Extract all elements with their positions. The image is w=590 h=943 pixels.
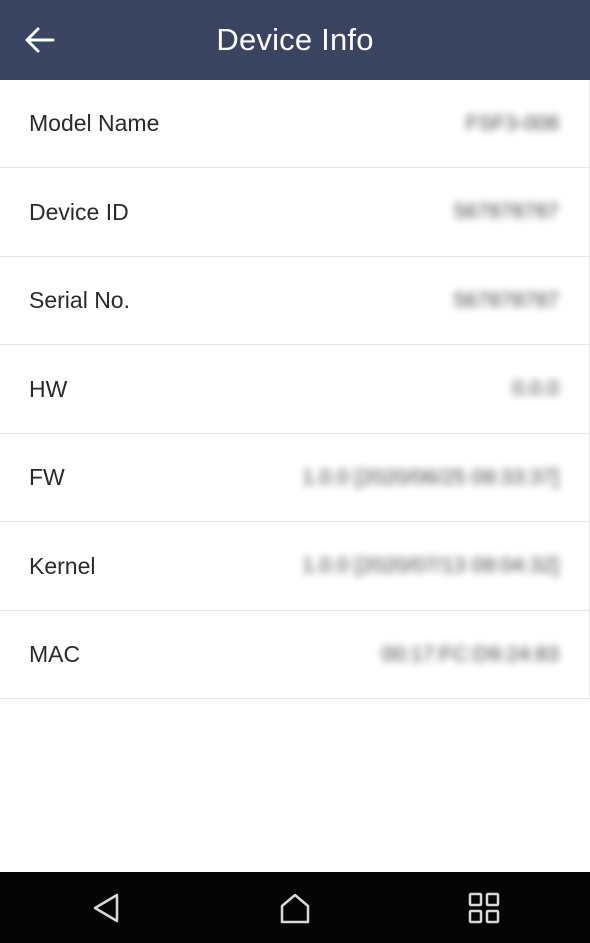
info-value: 1.0.0 [2020/06/25 09:33:37] (302, 465, 559, 489)
info-value: FSF3-008 (465, 111, 559, 135)
top-app-bar: Device Info (0, 0, 590, 80)
info-value: 00:17:FC:D9:24:83 (381, 642, 559, 666)
info-row-kernel: Kernel 1.0.0 [2020/07/13 09:04:32] (0, 522, 589, 611)
nav-recent-apps-button[interactable] (464, 888, 504, 928)
device-info-screen: Device Info Model Name FSF3-008 Device I… (0, 0, 590, 943)
page-title: Device Info (216, 22, 374, 57)
info-label: Device ID (29, 198, 129, 225)
info-label: Model Name (29, 110, 160, 136)
triangle-back-icon (93, 893, 119, 923)
info-row-model-name: Model Name FSF3-008 (0, 80, 589, 168)
info-row-mac: MAC 00:17:FC:D9:24:83 (0, 611, 589, 699)
info-row-serial-no: Serial No. 567878787 (0, 257, 589, 345)
home-icon (280, 893, 310, 924)
arrow-left-icon (25, 27, 55, 53)
info-label: HW (29, 375, 68, 402)
info-label: Kernel (29, 552, 96, 579)
grid-apps-icon (468, 892, 500, 924)
info-value: 1.0.0 [2020/07/13 09:04:32] (302, 554, 559, 577)
info-label: MAC (29, 641, 81, 667)
info-value: 567878787 (453, 288, 559, 312)
info-label: Serial No. (29, 287, 130, 313)
info-row-device-id: Device ID 567878787 (0, 168, 589, 257)
info-label: FW (29, 464, 65, 490)
nav-back-button[interactable] (86, 888, 126, 928)
device-info-list: Model Name FSF3-008 Device ID 567878787 … (0, 80, 590, 699)
info-value: 0.0.0 (512, 377, 559, 400)
info-row-hw: HW 0.0.0 (0, 345, 589, 434)
info-row-fw: FW 1.0.0 [2020/06/25 09:33:37] (0, 434, 589, 522)
system-navigation-bar (0, 872, 590, 943)
back-button[interactable] (18, 20, 62, 60)
nav-home-button[interactable] (275, 888, 315, 928)
info-value: 567878787 (453, 200, 559, 223)
